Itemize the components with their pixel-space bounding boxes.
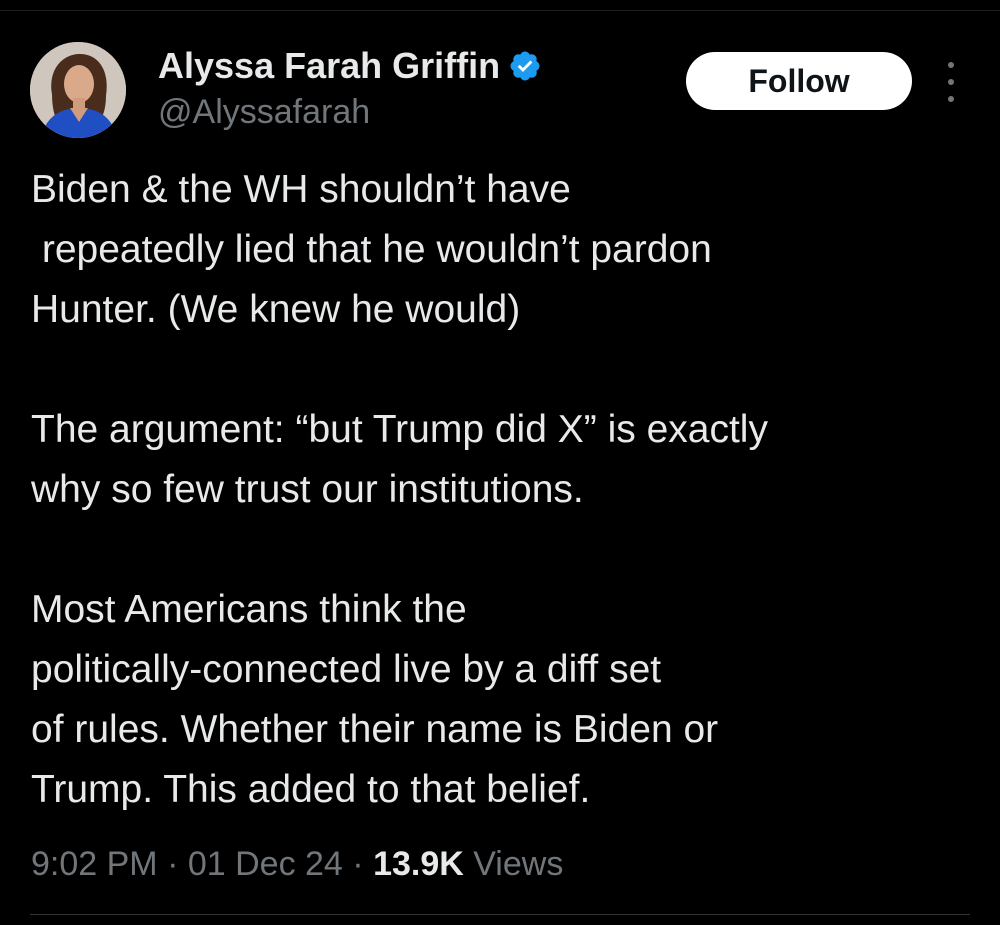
tweet-line: The argument: “but Trump did X” is exact… — [31, 408, 768, 451]
author-display-name[interactable]: Alyssa Farah Griffin — [158, 44, 500, 88]
tweet-paragraph: Biden & the WH shouldn’t have repeatedly… — [31, 160, 971, 340]
tweet-paragraph: The argument: “but Trump did X” is exact… — [31, 400, 971, 520]
tweet-line: Most Americans think the — [31, 588, 467, 631]
tweet-meta: 9:02 PM · 01 Dec 24 · 13.9K Views — [31, 842, 563, 886]
meta-separator: · — [342, 845, 374, 883]
verified-badge-icon[interactable] — [508, 49, 542, 83]
tweet-text: Biden & the WH shouldn’t have repeatedly… — [31, 160, 971, 820]
tweet-line: Trump. This added to that belief. — [31, 768, 591, 811]
tweet-line: Biden & the WH shouldn’t have — [31, 168, 571, 211]
bottom-divider — [30, 914, 970, 915]
top-divider — [0, 10, 1000, 11]
views-count[interactable]: 13.9K — [373, 845, 464, 883]
tweet-line: Hunter. (We knew he would) — [31, 288, 521, 331]
tweet-time[interactable]: 9:02 PM — [31, 845, 158, 883]
tweet-paragraph: Most Americans think the politically-con… — [31, 580, 971, 820]
views-label: Views — [463, 845, 564, 883]
more-dot — [948, 79, 954, 85]
avatar[interactable] — [30, 42, 126, 138]
tweet-date[interactable]: 01 Dec 24 — [188, 845, 343, 883]
tweet-line: of rules. Whether their name is Biden or — [31, 708, 719, 751]
tweet-line: repeatedly lied that he wouldn’t pardon — [31, 228, 712, 271]
avatar-image — [30, 42, 126, 138]
more-dot — [948, 62, 954, 68]
more-vertical-icon[interactable] — [936, 62, 966, 102]
tweet-line: why so few trust our institutions. — [31, 468, 584, 511]
more-dot — [948, 96, 954, 102]
tweet-line: politically-connected live by a diff set — [31, 648, 662, 691]
author-handle[interactable]: @Alyssafarah — [158, 92, 370, 132]
meta-separator: · — [157, 845, 188, 883]
author-name-row: Alyssa Farah Griffin — [158, 44, 542, 88]
follow-button[interactable]: Follow — [686, 52, 912, 110]
